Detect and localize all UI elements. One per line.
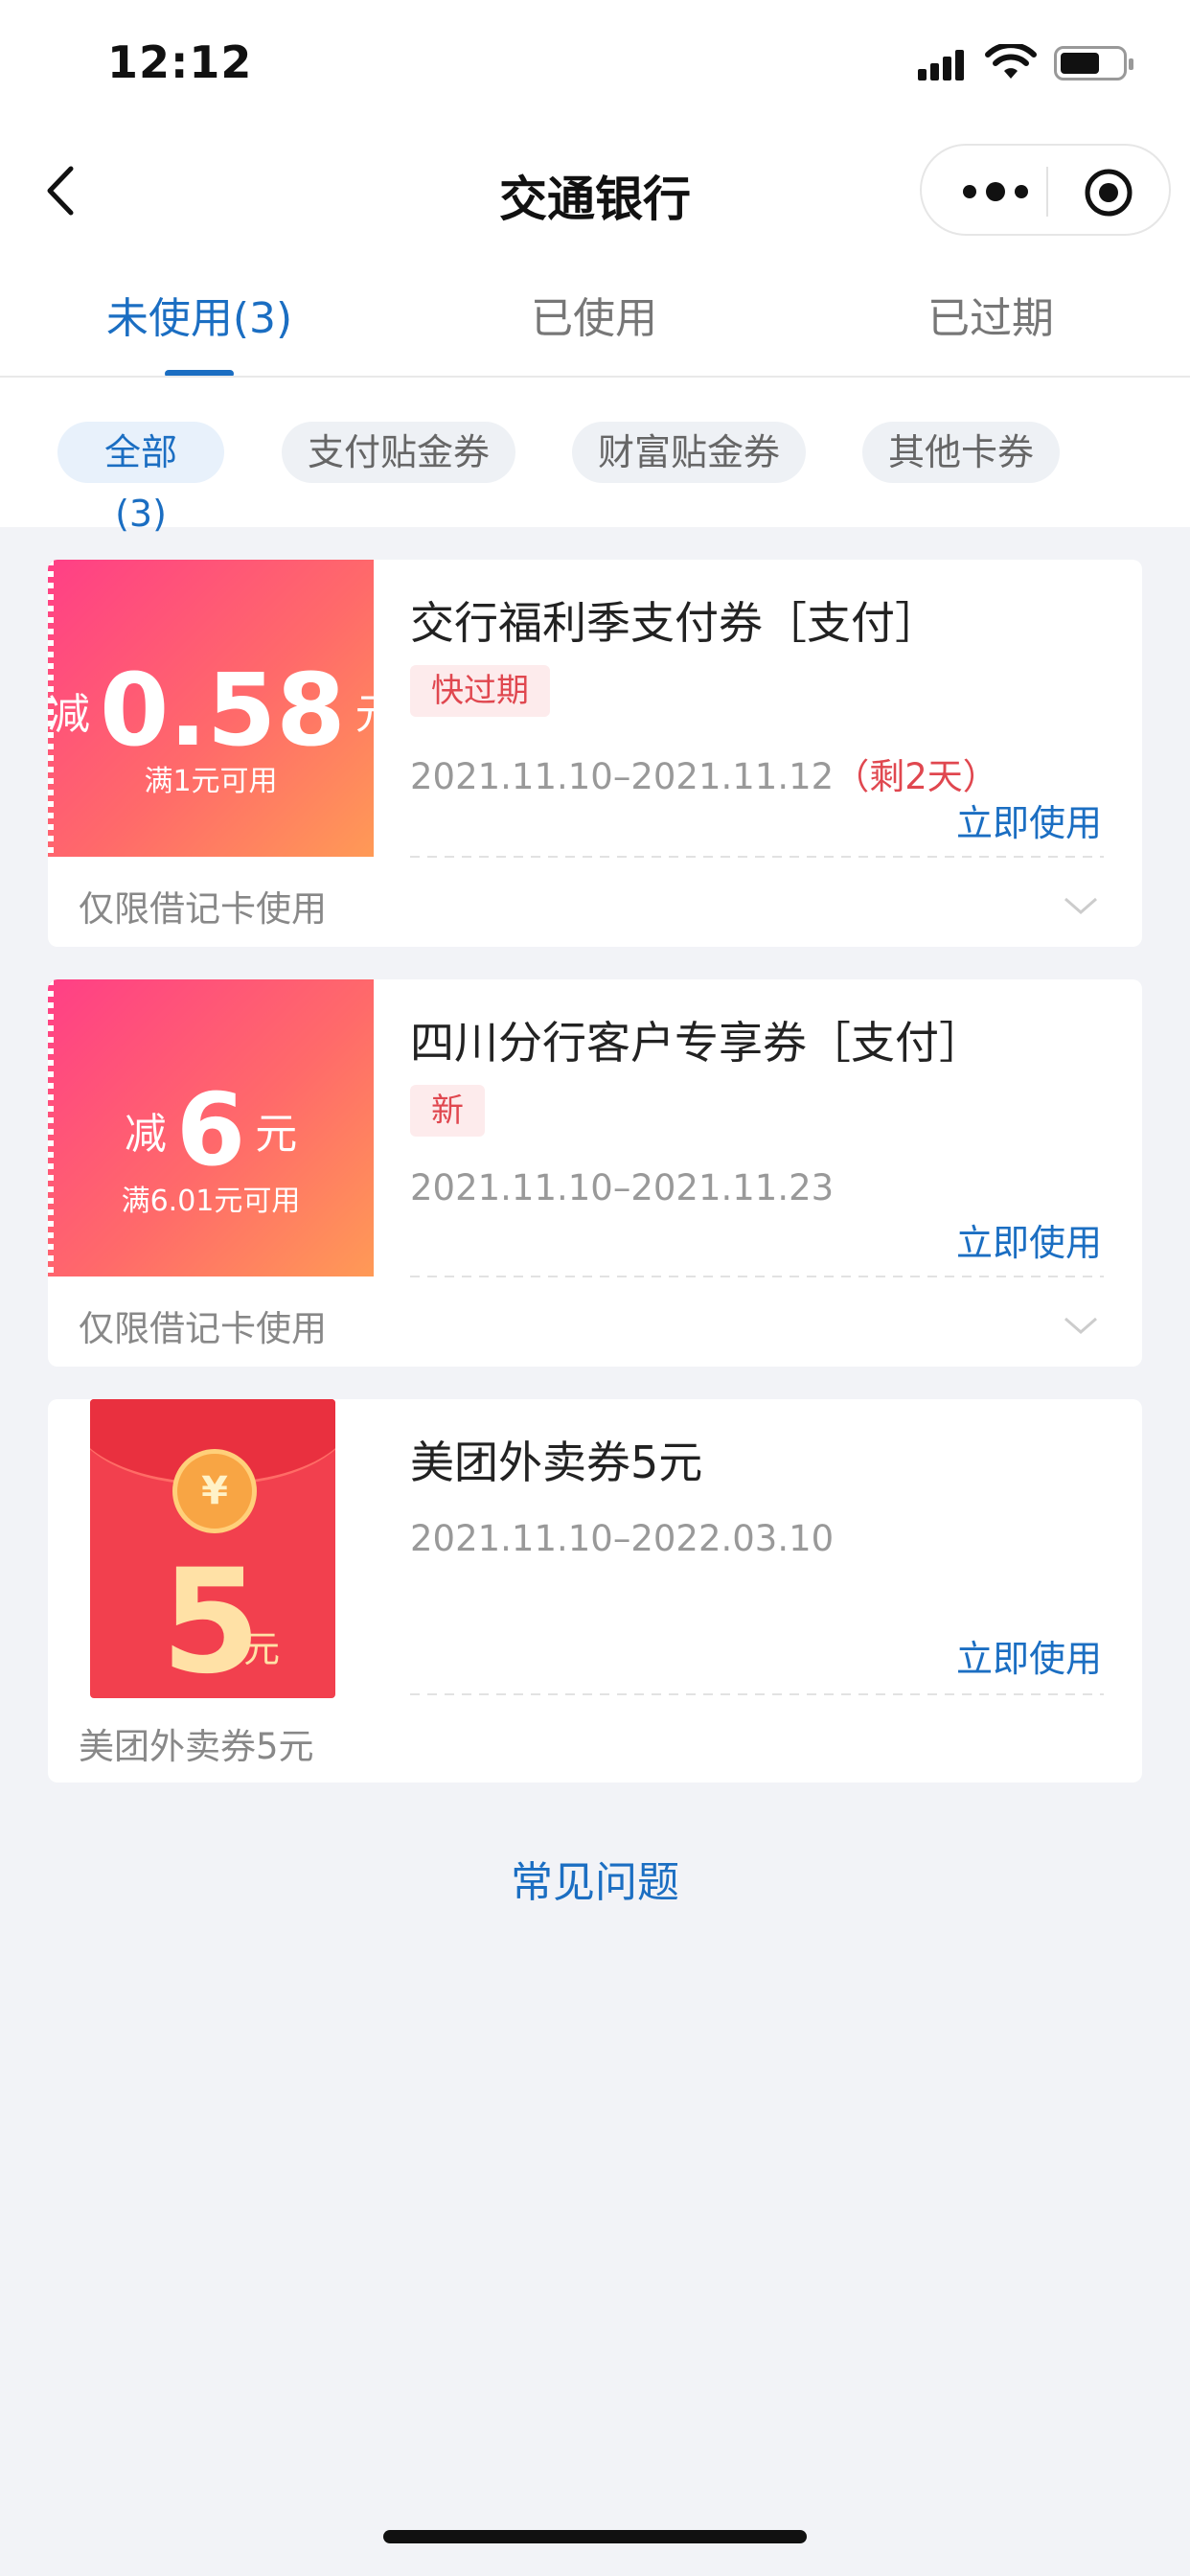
- dashed-divider: [410, 1276, 1104, 1277]
- coupon-card: 减0.58 元 满1元可用 交行福利季支付券［支付］ 快过期 2021.11.10…: [48, 560, 1142, 947]
- coupon-amount: 减0.58 元: [48, 652, 398, 769]
- coupon-value: 6: [175, 1071, 246, 1188]
- red-envelope-image: ¥ 5 元: [90, 1399, 335, 1698]
- envelope-unit: 元: [243, 1628, 281, 1670]
- home-indicator[interactable]: [383, 2530, 807, 2543]
- tab-expired[interactable]: 已过期: [847, 284, 1134, 345]
- coupon-card: ¥ 5 元 美团外卖券5元 2021.11.10–2022.03.10 立即使用…: [48, 1399, 1142, 1782]
- coupon-unit: 元: [355, 690, 398, 739]
- coupon-card: 减6 元 满6.01元可用 四川分行客户专享券［支付］ 新 2021.11.10–…: [48, 979, 1142, 1367]
- tab-used[interactable]: 已使用: [450, 284, 738, 345]
- coupon-prefix: 减: [124, 1110, 167, 1159]
- status-time: 12:12: [107, 36, 253, 88]
- filter-all[interactable]: 全部(3): [57, 422, 224, 535]
- coupon-restriction: 美团外卖券5元: [79, 1726, 314, 1767]
- use-now-button[interactable]: 立即使用: [956, 1213, 1102, 1266]
- coupon-stub: 减0.58 元 满1元可用: [48, 560, 398, 857]
- filter-wealth-coupon[interactable]: 财富贴金券: [572, 422, 806, 483]
- chevron-down-icon[interactable]: [1062, 895, 1100, 918]
- status-badge: 快过期: [410, 665, 550, 717]
- coupon-date: 2021.11.10–2021.11.12: [410, 756, 835, 797]
- battery-icon: [1054, 46, 1133, 80]
- coupon-date: 2021.11.10–2022.03.10: [410, 1518, 835, 1559]
- coupon-condition: 满1元可用: [144, 765, 278, 798]
- wifi-icon: [985, 44, 1037, 79]
- chevron-down-icon[interactable]: [1062, 1315, 1100, 1338]
- coupon-remaining: （剩2天）: [834, 756, 998, 797]
- filter-bar: 全部(3) 支付贴金券 财富贴金券 其他卡券: [0, 378, 1190, 535]
- coupon-amount: 减6 元: [48, 1071, 374, 1188]
- yuan-coin-icon: ¥: [172, 1449, 257, 1533]
- coupon-title: 美团外卖券5元: [410, 1437, 703, 1488]
- coupon-validity: 2021.11.10–2021.11.12（剩2天）: [410, 748, 998, 799]
- coupon-unit: 元: [255, 1110, 298, 1159]
- dashed-divider: [410, 1693, 1104, 1695]
- coupon-stub: 减6 元 满6.01元可用: [48, 979, 374, 1276]
- coupon-prefix: 减: [48, 690, 90, 739]
- tab-unused[interactable]: 未使用(3): [56, 284, 343, 345]
- dashed-divider: [410, 856, 1104, 858]
- coupon-restriction: 仅限借记卡使用: [79, 1308, 327, 1349]
- filter-payment-coupon[interactable]: 支付贴金券: [282, 422, 515, 483]
- close-miniprogram-icon[interactable]: [1083, 167, 1134, 218]
- more-icon[interactable]: [960, 174, 1031, 209]
- faq-link[interactable]: 常见问题: [0, 1848, 1190, 1909]
- capsule-divider: [1046, 167, 1048, 217]
- use-now-button[interactable]: 立即使用: [956, 794, 1102, 846]
- coupon-restriction: 仅限借记卡使用: [79, 888, 327, 930]
- mini-program-capsule: [920, 144, 1171, 236]
- coupon-value: 0.58: [100, 652, 346, 769]
- use-now-button[interactable]: 立即使用: [956, 1629, 1102, 1682]
- filter-other-coupon[interactable]: 其他卡券: [862, 422, 1060, 483]
- header-area: 12:12 交通银行 未使用(3) 已使用 已过期: [0, 0, 1190, 378]
- cellular-signal-icon: [918, 48, 968, 80]
- coupon-condition: 满6.01元可用: [121, 1184, 301, 1218]
- coupon-title: 四川分行客户专享券［支付］: [410, 1017, 983, 1069]
- status-badge: 新: [410, 1085, 485, 1137]
- coupon-title: 交行福利季支付券［支付］: [410, 597, 939, 649]
- envelope-amount: 5: [161, 1539, 262, 1698]
- coupon-date: 2021.11.10–2021.11.23: [410, 1167, 835, 1208]
